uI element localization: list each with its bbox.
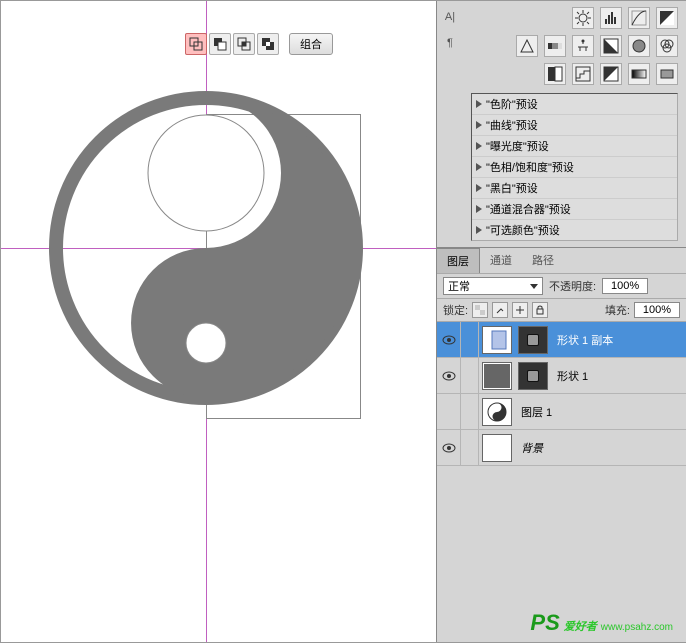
disclosure-triangle-icon — [476, 184, 482, 192]
selective-color-icon[interactable] — [656, 63, 678, 85]
disclosure-triangle-icon — [476, 163, 482, 171]
yinyang-shape[interactable] — [46, 88, 366, 408]
lock-position-icon[interactable] — [512, 302, 528, 318]
color-balance-icon[interactable] — [572, 35, 594, 57]
layer-list: 形状 1 副本 形状 1 图层 1 — [437, 321, 686, 642]
preset-item[interactable]: "通道混合器"预设 — [472, 199, 677, 220]
layer-thumbnail[interactable] — [482, 398, 512, 426]
visibility-toggle[interactable] — [437, 358, 461, 394]
exposure-icon[interactable] — [656, 7, 678, 29]
layer-row[interactable]: 图层 1 — [437, 394, 686, 430]
layer-row[interactable]: 形状 1 — [437, 358, 686, 394]
posterize-icon[interactable] — [572, 63, 594, 85]
vector-mask-thumbnail[interactable] — [518, 326, 548, 354]
collapsed-panel-tabs: A| ¶ — [437, 1, 463, 245]
layer-name[interactable]: 背景 — [515, 440, 543, 456]
preset-item[interactable]: "色相/饱和度"预设 — [472, 157, 677, 178]
disclosure-triangle-icon — [476, 205, 482, 213]
layer-row[interactable]: 形状 1 副本 — [437, 322, 686, 358]
combine-button[interactable]: 组合 — [289, 33, 333, 55]
preset-item[interactable]: "黑白"预设 — [472, 178, 677, 199]
preset-item[interactable]: "色阶"预设 — [472, 94, 677, 115]
blend-mode-select[interactable]: 正常 — [443, 277, 543, 295]
adjustment-presets-list: "色阶"预设 "曲线"预设 "曝光度"预设 "色相/饱和度"预设 "黑白"预设 … — [471, 93, 678, 241]
paragraph-panel-icon[interactable]: ¶ — [440, 33, 460, 53]
character-panel-icon[interactable]: A| — [440, 7, 460, 27]
layer-name[interactable]: 形状 1 副本 — [551, 332, 613, 348]
threshold-icon[interactable] — [600, 63, 622, 85]
vibrance-icon[interactable] — [516, 35, 538, 57]
black-white-icon[interactable] — [600, 35, 622, 57]
visibility-toggle[interactable] — [437, 430, 461, 466]
fill-label: 填充: — [605, 302, 630, 318]
tab-channels[interactable]: 通道 — [480, 248, 522, 273]
visibility-toggle[interactable] — [437, 322, 461, 358]
invert-icon[interactable] — [544, 63, 566, 85]
layer-thumbnail[interactable] — [482, 434, 512, 462]
layer-name[interactable]: 形状 1 — [551, 368, 588, 384]
tab-layers[interactable]: 图层 — [437, 248, 480, 273]
brightness-contrast-icon[interactable] — [572, 7, 594, 29]
opacity-label: 不透明度: — [549, 278, 596, 294]
path-mode-exclude-icon[interactable] — [257, 33, 279, 55]
watermark: PS 爱好者 www.psahz.com — [530, 610, 673, 636]
fill-input[interactable]: 100% — [634, 302, 680, 318]
canvas[interactable]: 组合 — [1, 1, 436, 642]
layers-panel: 图层 通道 路径 正常 不透明度: 100% 锁定: 填充: 100% — [437, 247, 686, 642]
disclosure-triangle-icon — [476, 121, 482, 129]
opacity-input[interactable]: 100% — [602, 278, 648, 294]
lock-transparency-icon[interactable] — [472, 302, 488, 318]
lock-pixels-icon[interactable] — [492, 302, 508, 318]
layer-name[interactable]: 图层 1 — [515, 404, 552, 420]
tab-paths[interactable]: 路径 — [522, 248, 564, 273]
disclosure-triangle-icon — [476, 226, 482, 234]
visibility-toggle[interactable] — [437, 394, 461, 430]
path-mode-subtract-icon[interactable] — [209, 33, 231, 55]
path-mode-add-icon[interactable] — [185, 33, 207, 55]
preset-item[interactable]: "可选颜色"预设 — [472, 220, 677, 240]
preset-item[interactable]: "曝光度"预设 — [472, 136, 677, 157]
adjustments-panel — [463, 1, 686, 93]
shape-options-bar: 组合 — [185, 31, 333, 57]
layer-thumbnail[interactable] — [482, 362, 512, 390]
path-mode-intersect-icon[interactable] — [233, 33, 255, 55]
layer-thumbnail[interactable] — [482, 326, 512, 354]
levels-icon[interactable] — [600, 7, 622, 29]
photo-filter-icon[interactable] — [628, 35, 650, 57]
gradient-map-icon[interactable] — [628, 63, 650, 85]
preset-item[interactable]: "曲线"预设 — [472, 115, 677, 136]
layer-row[interactable]: 背景 — [437, 430, 686, 466]
vector-mask-thumbnail[interactable] — [518, 362, 548, 390]
lock-label: 锁定: — [443, 302, 468, 318]
channel-mixer-icon[interactable] — [656, 35, 678, 57]
disclosure-triangle-icon — [476, 100, 482, 108]
curves-icon[interactable] — [628, 7, 650, 29]
panels-column: A| ¶ — [436, 1, 686, 642]
hue-saturation-icon[interactable] — [544, 35, 566, 57]
lock-all-icon[interactable] — [532, 302, 548, 318]
chevron-down-icon — [530, 284, 538, 289]
disclosure-triangle-icon — [476, 142, 482, 150]
